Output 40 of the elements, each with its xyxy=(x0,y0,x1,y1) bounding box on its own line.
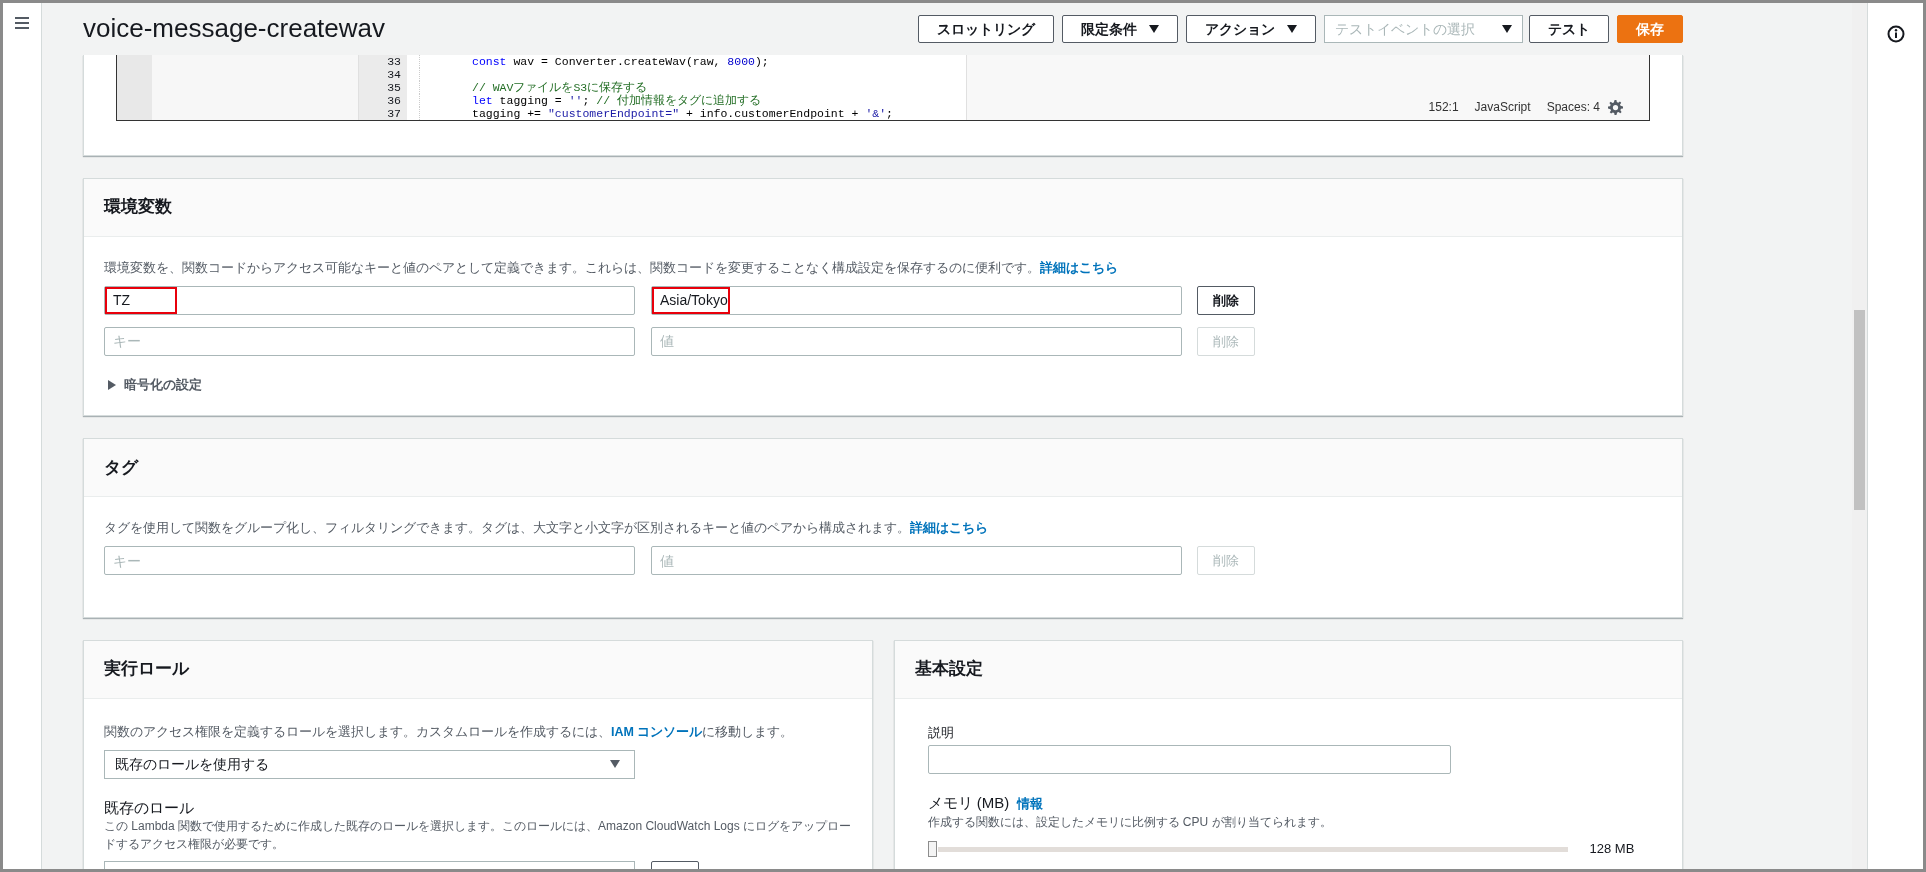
line-number: 34 xyxy=(386,68,401,81)
field-label: 説明 xyxy=(927,725,955,741)
code-line: let tagging = ''; // 付加情報をタグに追加する xyxy=(419,94,966,107)
code-line: // WAVファイルをS3に保存する xyxy=(419,81,966,94)
section-title: 環境変数 xyxy=(104,197,172,218)
dropdown-button[interactable]: アクション xyxy=(1186,15,1316,43)
learn-more-link[interactable]: 詳細はこちら xyxy=(910,521,988,536)
indent-setting: Spaces: 4 xyxy=(1546,99,1600,116)
encryption-toggle[interactable]: 暗号化の設定 xyxy=(104,373,208,396)
cursor-position: 152:1 xyxy=(1428,99,1459,116)
field-hint: 作成する関数には、設定したメモリに比例する CPU が割り当てられます。 xyxy=(927,814,1333,832)
section-title: 基本設定 xyxy=(914,659,983,680)
key-field[interactable]: TZ xyxy=(104,285,635,315)
info-link[interactable]: 情報 xyxy=(1017,793,1044,814)
dropdown-button[interactable]: 限定条件 xyxy=(1062,15,1178,43)
role-select[interactable]: 既存のロールを使用する xyxy=(104,749,635,779)
placeholder-text: テストイベントの選択 xyxy=(1335,19,1475,39)
code-line: tagging += "customerEndpoint=" + info.customerEndpoint + '&'; xyxy=(419,107,966,120)
line-number: 33 xyxy=(386,55,401,68)
section-title: 実行ロール xyxy=(104,659,189,680)
section-description: 環境変数を、関数コードからアクセス可能なキーと値のペアとして定義できます。これらは、関数コードを変更することなく構成設定を保存するのに便利です。詳細はこちら xyxy=(104,260,1119,277)
line-number: 37 xyxy=(386,107,401,120)
function-title: voice-message-createwav xyxy=(83,13,385,45)
field-hint: この Lambda 関数で使用するために作成した既存のロールを選択します。このロールには、Amazon CloudWatch Logs にログをアップロードするアクセス権限が必要です。 xyxy=(104,817,852,853)
toolbar-button[interactable]: スロットリング xyxy=(918,15,1054,43)
section-description: 関数のアクセス権限を定義するロールを選択します。カスタムロールを作成するには、IAM コンソールに移動します。 xyxy=(104,724,795,741)
delete-button[interactable]: 削除 xyxy=(1197,285,1255,315)
iam-console-link[interactable]: IAM コンソール xyxy=(611,725,703,739)
line-number: 35 xyxy=(386,81,401,94)
section-title: タグ xyxy=(104,457,138,478)
value-field[interactable]: Asia/Tokyo xyxy=(651,285,1182,315)
code-line: const wav = Converter.createWav(raw, 8000); xyxy=(419,55,966,68)
line-number: 36 xyxy=(386,94,401,107)
memory-reading: 128 MB xyxy=(1589,840,1635,859)
language-label: JavaScript xyxy=(1474,99,1531,116)
field-label: 既存のロール xyxy=(104,798,195,817)
learn-more-link[interactable]: 詳細はこちら xyxy=(1040,261,1118,275)
toolbar-button[interactable]: テスト xyxy=(1529,15,1609,43)
field-label: メモリ (MB) xyxy=(927,793,1010,812)
section-description: タグを使用して関数をグループ化し、フィルタリングできます。タグは、大文字と小文字が区別されるキーと値のペアから構成されます。詳細はこちら xyxy=(104,520,989,538)
